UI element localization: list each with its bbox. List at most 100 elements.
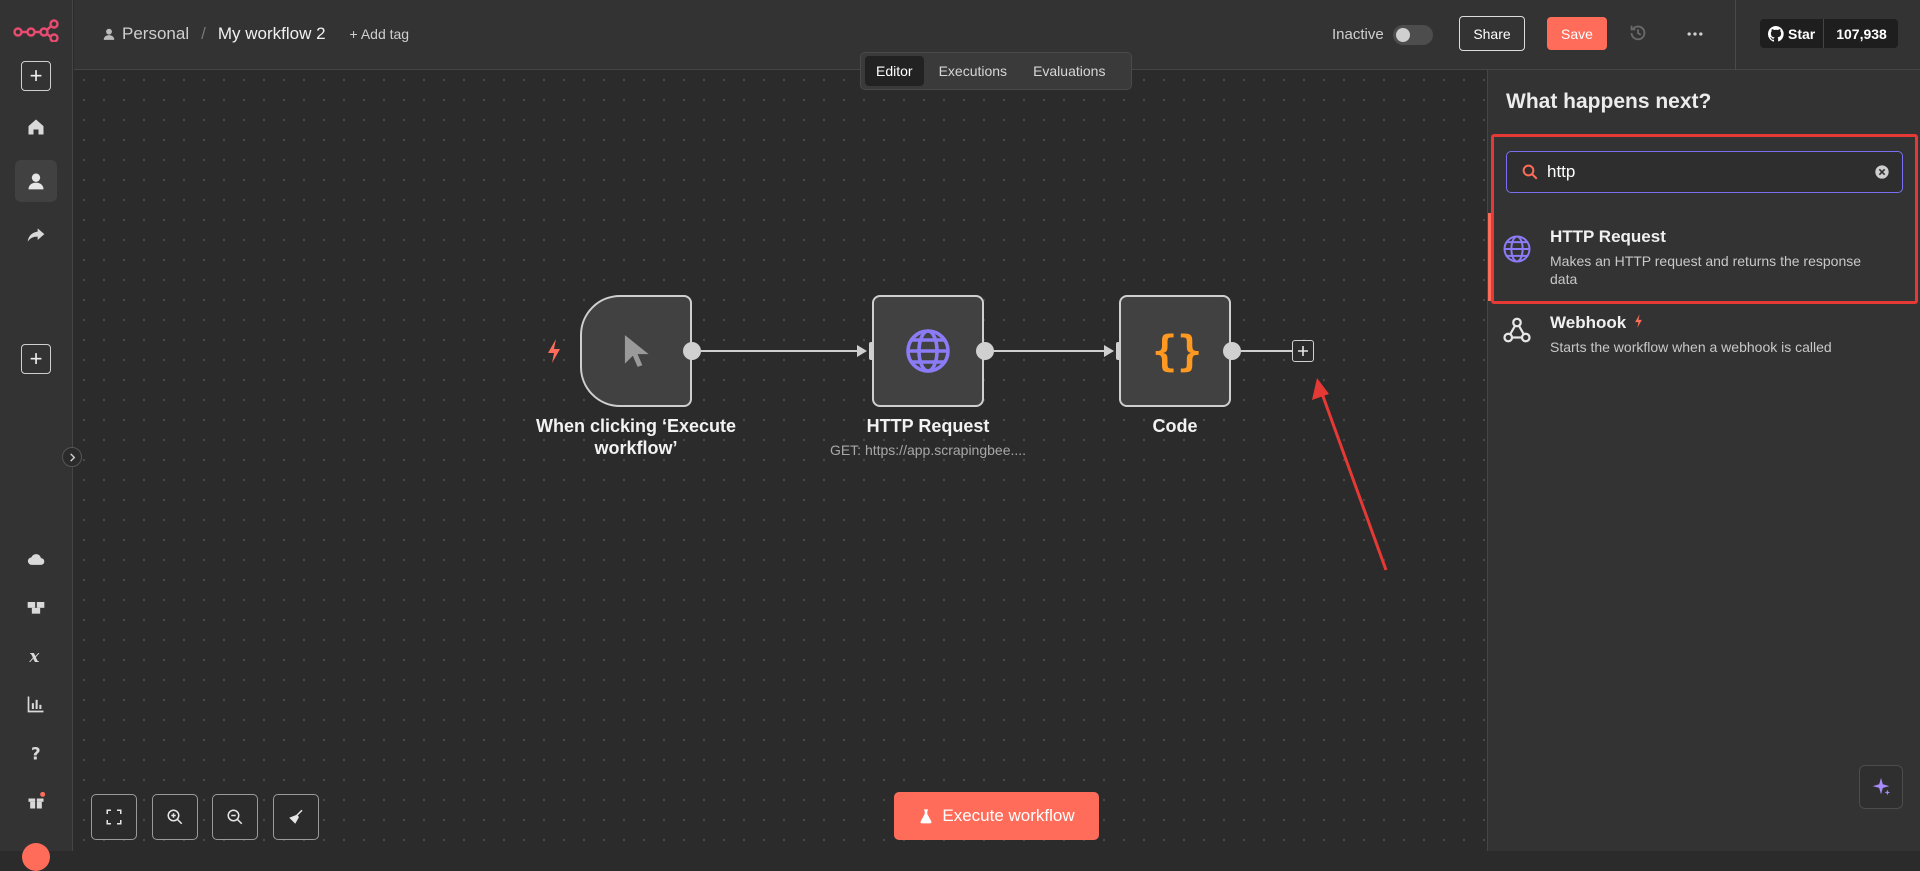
zoom-in-icon xyxy=(167,809,183,825)
save-label: Save xyxy=(1561,25,1593,42)
edge-trigger-http xyxy=(701,350,861,352)
github-icon xyxy=(1768,25,1784,42)
templates-button[interactable] xyxy=(15,538,57,580)
code-braces-icon: {} xyxy=(1152,327,1200,376)
search-input[interactable] xyxy=(1547,162,1847,182)
star-count: 107,938 xyxy=(1836,25,1887,42)
statistics-button[interactable] xyxy=(15,683,57,725)
header-divider xyxy=(1735,0,1736,70)
shared-button[interactable] xyxy=(15,214,57,256)
zoom-out-icon xyxy=(227,809,243,825)
share-arrow-icon xyxy=(27,228,45,242)
result-description: Makes an HTTP request and returns the re… xyxy=(1550,253,1862,287)
annotation-arrow xyxy=(1312,378,1388,571)
result-http-request[interactable]: HTTP Request Makes an HTTP request and r… xyxy=(1502,227,1912,288)
arrow-head xyxy=(1104,345,1114,357)
toggle-knob xyxy=(1396,28,1410,42)
share-label: Share xyxy=(1473,25,1511,42)
trigger-output-handle[interactable] xyxy=(683,342,701,360)
zoom-out-button[interactable] xyxy=(212,794,258,840)
chevron-right-icon xyxy=(69,452,75,462)
user-avatar[interactable] xyxy=(22,843,50,871)
create-button[interactable]: + xyxy=(21,61,51,91)
http-node-label: HTTP Request xyxy=(866,416,990,436)
broom-icon xyxy=(289,809,303,824)
more-options-button[interactable] xyxy=(1683,22,1707,46)
svg-text:{}: {} xyxy=(1152,327,1200,376)
trigger-bolt-icon xyxy=(548,339,560,363)
packages-icon xyxy=(27,602,45,614)
ai-assistant-button[interactable] xyxy=(1859,765,1903,809)
insights-button[interactable] xyxy=(15,586,57,628)
globe-icon xyxy=(906,329,950,373)
cloud-icon xyxy=(27,554,45,565)
http-node-subtitle: GET: https://app.scrapingbee.... xyxy=(829,442,1027,458)
code-output-handle[interactable] xyxy=(1223,342,1241,360)
history-button[interactable] xyxy=(1627,22,1651,46)
active-status-label: Inactive xyxy=(1332,26,1384,43)
result-description: Starts the workflow when a webhook is ca… xyxy=(1550,339,1832,355)
plus-icon xyxy=(1298,346,1308,356)
variables-button[interactable]: x xyxy=(15,635,57,677)
home-button[interactable] xyxy=(15,106,57,148)
n8n-logo[interactable] xyxy=(13,18,59,43)
trigger-bolt-icon xyxy=(1635,314,1642,328)
user-icon xyxy=(28,173,44,190)
workflow-name[interactable]: My workflow 2 xyxy=(218,24,326,44)
breadcrumb: Personal / My workflow 2 + Add tag xyxy=(102,24,409,44)
http-output-handle[interactable] xyxy=(976,342,994,360)
result-webhook[interactable]: Webhook Starts the workflow when a webho… xyxy=(1502,313,1912,356)
personal-button[interactable] xyxy=(15,160,57,202)
fit-view-icon xyxy=(106,809,122,825)
home-icon xyxy=(28,119,44,135)
star-label: Star xyxy=(1788,25,1816,42)
svg-text:x: x xyxy=(28,646,40,666)
workflow-canvas[interactable] xyxy=(74,70,1487,851)
question-icon: ? xyxy=(31,745,41,763)
selection-indicator xyxy=(1488,213,1491,301)
edge-code-plus xyxy=(1241,350,1292,352)
history-icon xyxy=(1630,25,1646,41)
zoom-in-button[interactable] xyxy=(152,794,198,840)
node-creator-panel: What happens next? HTTP Request Makes an… xyxy=(1487,70,1920,851)
code-node[interactable]: {} xyxy=(1119,295,1231,407)
variable-x-icon: x xyxy=(28,646,40,666)
main-sidebar: + + x ? xyxy=(0,0,73,871)
tidy-up-button[interactable] xyxy=(273,794,319,840)
gift-icon xyxy=(28,791,46,809)
tab-executions[interactable]: Executions xyxy=(928,56,1018,86)
add-project-button[interactable]: + xyxy=(21,344,51,374)
flask-icon xyxy=(920,809,932,824)
whats-new-button[interactable] xyxy=(15,780,57,822)
active-toggle[interactable] xyxy=(1393,25,1433,45)
search-field[interactable] xyxy=(1506,151,1903,193)
github-star-button[interactable]: Star 107,938 xyxy=(1760,19,1898,48)
add-tag-link[interactable]: + Add tag xyxy=(350,26,410,42)
help-button[interactable]: ? xyxy=(15,732,57,774)
http-request-node[interactable] xyxy=(872,295,984,407)
expand-sidebar-button[interactable] xyxy=(62,447,82,467)
user-small-icon xyxy=(103,28,115,40)
result-title: HTTP Request xyxy=(1550,227,1666,246)
clear-search-icon[interactable] xyxy=(1874,164,1890,180)
tab-editor[interactable]: Editor xyxy=(865,56,924,86)
arrow-head xyxy=(857,345,867,357)
trigger-node[interactable] xyxy=(580,295,692,407)
tab-evaluations[interactable]: Evaluations xyxy=(1022,56,1116,86)
project-link[interactable]: Personal xyxy=(122,24,189,44)
bar-chart-icon xyxy=(27,696,44,713)
cursor-icon xyxy=(624,335,649,367)
execute-workflow-button[interactable]: Execute workflow xyxy=(894,792,1099,840)
execute-workflow-label: Execute workflow xyxy=(942,806,1075,825)
code-node-label: Code xyxy=(1152,416,1198,436)
add-node-button[interactable] xyxy=(1292,340,1314,362)
zoom-to-fit-button[interactable] xyxy=(91,794,137,840)
share-button[interactable]: Share xyxy=(1459,16,1525,51)
view-tabs: Editor Executions Evaluations xyxy=(860,52,1132,90)
panel-title: What happens next? xyxy=(1506,90,1712,113)
svg-text:?: ? xyxy=(31,745,41,763)
trigger-node-label: When clicking ‘Execute workflow’ xyxy=(535,416,737,458)
result-title: Webhook xyxy=(1550,313,1832,333)
save-button[interactable]: Save xyxy=(1547,17,1607,50)
sparkle-icon xyxy=(1872,777,1891,796)
